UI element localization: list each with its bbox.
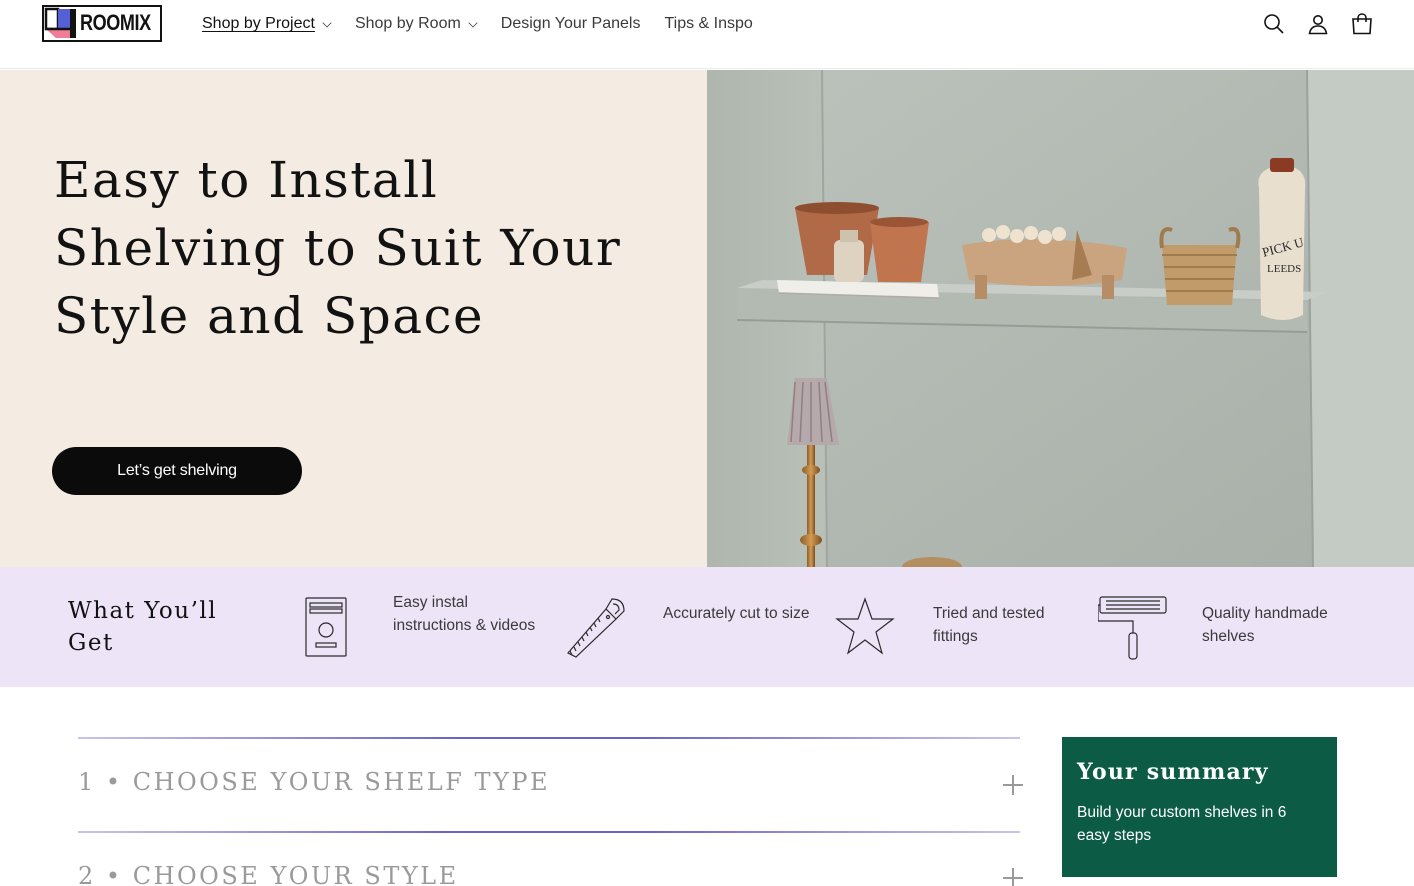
step-label: CHOOSE YOUR SHELF TYPE [132,768,551,796]
svg-text:LEEDS: LEEDS [1267,263,1301,275]
chevron-down-icon [322,17,332,28]
hero-heading: Easy to Install Shelving to Suit Your St… [54,151,622,345]
nav-label: Shop by Project [202,15,315,32]
nav-design-your-panels[interactable]: Design Your Panels [501,13,641,35]
search-icon[interactable] [1262,12,1286,36]
nav-label: Tips & Inspo [664,15,753,32]
nav-label: Shop by Room [354,15,461,32]
step-number: 1 [78,768,96,796]
header-icons [1262,12,1374,36]
account-icon[interactable] [1306,12,1330,36]
benefit-text-cut: Accurately cut to size [663,605,810,622]
lets-get-shelving-button[interactable]: Let’s get shelving [52,447,302,495]
roomix-logo[interactable]: ROOMIX [42,5,162,42]
expand-step-1-icon[interactable] [1003,775,1023,795]
instructions-icon [294,595,358,659]
step-separator: • [95,768,133,796]
chevron-down-icon [468,17,478,28]
summary-panel: Your summary Build your custom shelves i… [1062,737,1337,877]
benefit-text-fittings: Tried and tested fittings [933,605,1045,645]
paint-roller-icon [1097,595,1168,661]
benefits-heading: What You’ll Get [68,598,218,656]
hero-shelf-image: PICK U LEEDS [707,70,1414,567]
saw-icon [564,595,628,659]
site-header: ROOMIX Shop by Project Shop by Room Desi… [0,0,1414,69]
nav-tips-inspo[interactable]: Tips & Inspo [664,13,752,35]
benefits-strip: What You’ll Get Easy instal instructions… [0,567,1414,687]
star-icon [833,595,897,659]
summary-text: Build your custom shelves in 6 easy step… [1077,804,1287,844]
logo-mark-icon [44,7,78,40]
main-nav: Shop by Project Shop by Room Design Your… [202,13,777,35]
nav-label: Design Your Panels [500,15,641,32]
nav-shop-by-room[interactable]: Shop by Room [354,13,478,35]
expand-step-2-icon[interactable] [1003,868,1023,886]
step-divider [78,737,1020,739]
step-number: 2 [78,862,96,886]
step-1-header[interactable]: 1 • CHOOSE YOUR SHELF TYPE [78,768,550,796]
step-2-header[interactable]: 2 • CHOOSE YOUR STYLE [78,862,459,886]
benefit-text-handmade: Quality handmade shelves [1202,605,1328,645]
benefit-text-instructions: Easy instal instructions & videos [393,594,536,634]
logo-wordmark: ROOMIX [80,10,151,35]
cart-icon[interactable] [1350,12,1374,36]
nav-shop-by-project[interactable]: Shop by Project [202,13,332,35]
step-divider [78,831,1020,833]
summary-title: Your summary [1077,759,1269,785]
step-separator: • [95,862,133,886]
step-label: CHOOSE YOUR STYLE [132,862,459,886]
